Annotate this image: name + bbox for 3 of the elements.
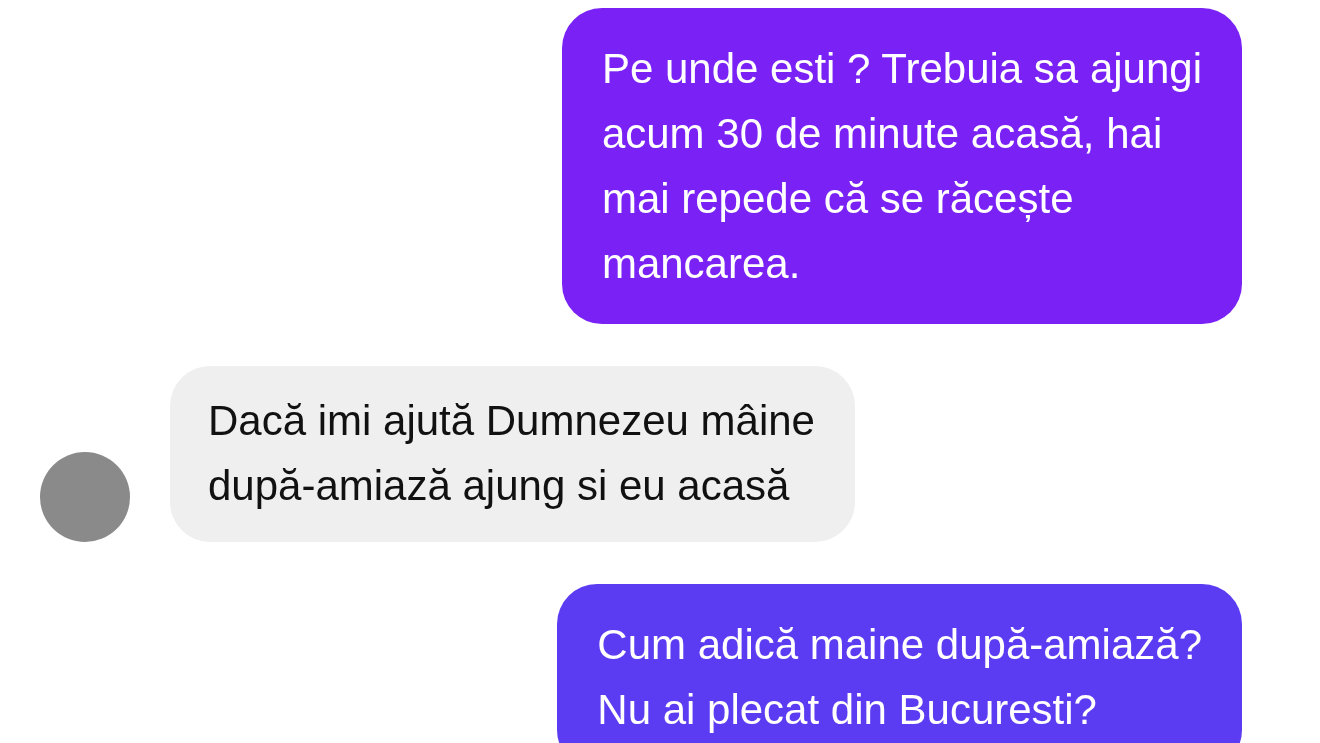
received-message-bubble: Dacă imi ajută Dumnezeu mâine după-amiază ajung si eu acasă bbox=[170, 366, 855, 542]
sent-message-bubble: Pe unde esti ? Trebuia sa ajungi acum 30 de minute acasă, hai mai repede că se răcește mancarea. bbox=[561, 8, 1242, 324]
sent-message-bubble: Cum adică maine după-amiază? Nu ai plecat din Bucuresti? bbox=[557, 584, 1242, 743]
